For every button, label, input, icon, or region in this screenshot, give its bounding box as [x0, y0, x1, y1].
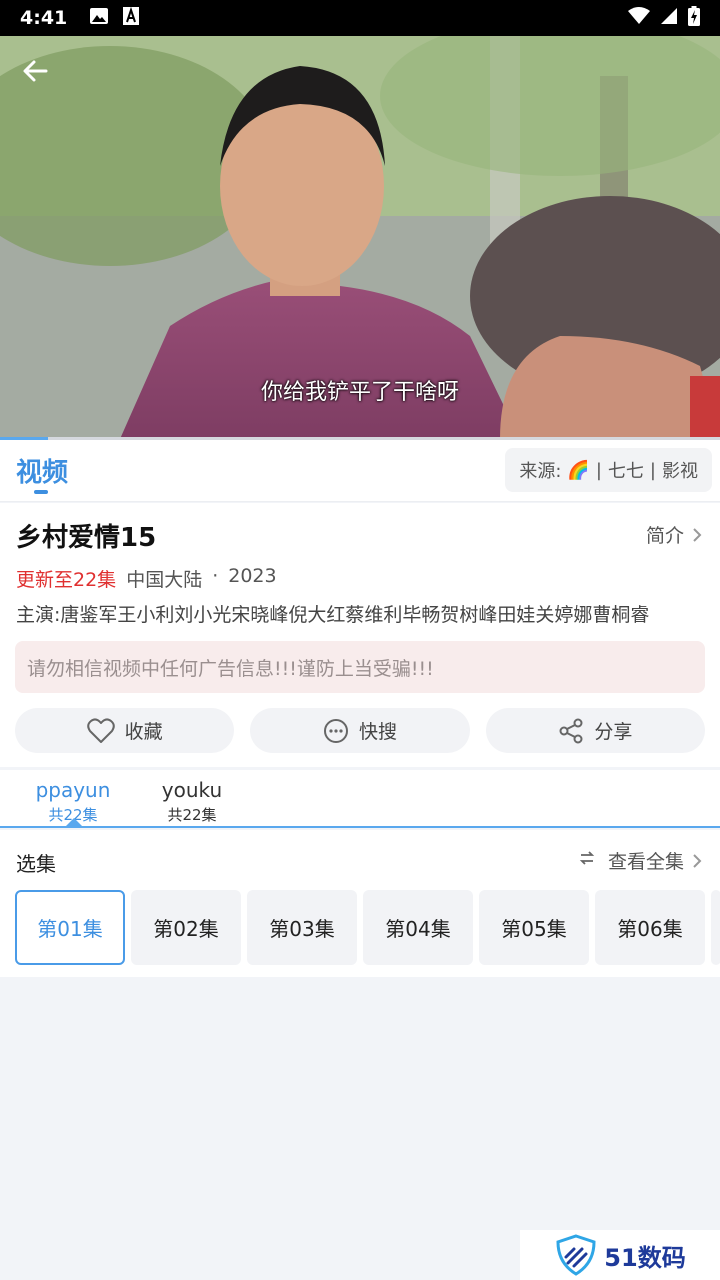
source-tab-count: 共22集	[167, 806, 217, 824]
chevron-right-icon	[693, 527, 702, 542]
episodes-header-actions: 查看全集	[578, 847, 702, 874]
source-name: 七七	[607, 461, 644, 482]
favorite-label: 收藏	[124, 721, 163, 743]
cast-list: 主演:唐鉴军王小利刘小光宋晓峰倪大红蔡维利毕畅贺树峰田娃关婷娜曹桐睿	[16, 604, 650, 626]
dots-circle-icon	[323, 718, 348, 743]
warning-notice: 请勿相信视频中任何广告信息!!!谨防上当受骗!!!	[15, 641, 705, 693]
episode-button-partial[interactable]	[711, 890, 720, 965]
show-meta: 更新至22集 中国大陆 · 2023	[16, 565, 277, 592]
battery-charging-icon	[688, 6, 700, 30]
update-status: 更新至22集	[16, 569, 117, 591]
intro-link[interactable]: 简介	[646, 521, 702, 548]
episode-button[interactable]: 第05集	[479, 890, 589, 965]
region: 中国大陆	[126, 569, 203, 591]
source-label: 来源:	[519, 461, 562, 482]
meta-dot: ·	[212, 565, 219, 587]
gallery-icon	[89, 7, 109, 29]
episode-section: 选集 查看全集 第01集 第02集 第03集 第04集 第05集 第06集	[0, 830, 720, 977]
show-title: 乡村爱情15	[16, 523, 157, 553]
back-arrow-icon	[23, 60, 48, 82]
source-tab-name: youku	[161, 778, 223, 802]
episode-button[interactable]: 第04集	[363, 890, 473, 965]
source-tab-name: ppayun	[35, 778, 111, 802]
quick-search-button[interactable]: 快搜	[250, 708, 470, 753]
view-all-episodes-link[interactable]: 查看全集	[608, 847, 702, 874]
episode-list: 第01集 第02集 第03集 第04集 第05集 第06集	[15, 890, 720, 965]
status-time: 4:41	[20, 7, 68, 29]
source-selector[interactable]: 来源: 🌈 | 七七 | 影视	[505, 448, 712, 492]
quick-search-label: 快搜	[358, 721, 397, 743]
status-bar: 4:41	[0, 0, 720, 36]
tab-video[interactable]: 视频	[16, 452, 68, 489]
font-a-icon	[123, 6, 140, 29]
shield-logo-icon	[556, 1234, 596, 1276]
episode-button[interactable]: 第06集	[595, 890, 705, 965]
view-all-label: 查看全集	[607, 851, 684, 873]
episode-button[interactable]: 第03集	[247, 890, 357, 965]
source-tab-indicator	[66, 818, 82, 826]
watermark: 51数码	[520, 1230, 720, 1280]
tab-bar: 视频 来源: 🌈 | 七七 | 影视	[0, 440, 720, 502]
show-info: 乡村爱情15 简介 更新至22集 中国大陆 · 2023 主演:唐鉴军王小利刘小…	[0, 503, 720, 767]
sort-swap-icon	[579, 851, 595, 865]
video-player[interactable]: 你给我铲平了干啥呀	[0, 36, 720, 439]
share-icon	[559, 718, 583, 743]
wifi-icon	[628, 7, 650, 29]
watermark-text: 51数码	[604, 1243, 686, 1272]
episode-button[interactable]: 第01集	[15, 890, 125, 965]
source-suffix: 影视	[662, 461, 698, 482]
favorite-button[interactable]: 收藏	[15, 708, 235, 753]
chevron-right-icon	[693, 853, 702, 868]
share-button[interactable]: 分享	[485, 708, 705, 753]
back-button[interactable]	[18, 54, 52, 88]
video-subtitle: 你给我铲平了干啥呀	[260, 380, 459, 405]
play-source-tabs: ppayun 共22集 youku 共22集	[0, 770, 720, 828]
episodes-header: 选集	[16, 852, 56, 876]
action-row: 收藏 快搜 分享	[15, 708, 705, 753]
sort-toggle-button[interactable]	[578, 849, 596, 872]
source-tab-youku[interactable]: youku 共22集	[134, 778, 250, 825]
rainbow-icon: 🌈	[567, 459, 590, 481]
source-separator: |	[649, 459, 656, 481]
source-separator: |	[595, 459, 602, 481]
episode-button[interactable]: 第02集	[131, 890, 241, 965]
signal-icon	[660, 7, 678, 29]
year: 2023	[228, 565, 277, 587]
heart-icon	[86, 717, 115, 743]
tab-indicator	[34, 490, 48, 494]
share-label: 分享	[594, 721, 633, 743]
intro-label: 简介	[645, 525, 684, 547]
